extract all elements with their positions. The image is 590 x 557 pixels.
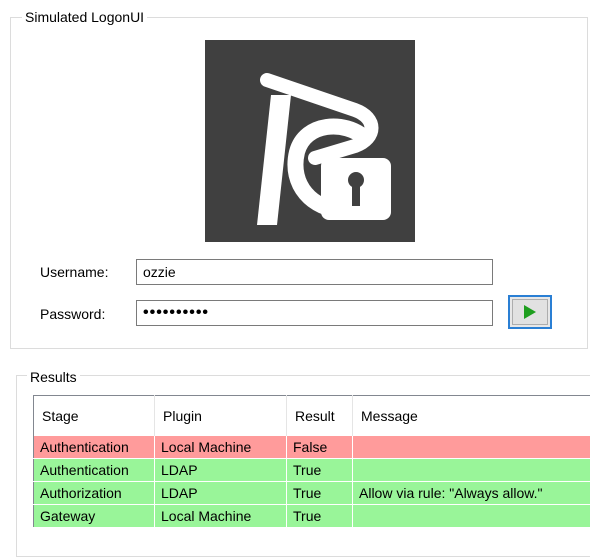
results-table: Stage Plugin Result Message Authenticati… <box>33 395 590 528</box>
column-header-message[interactable]: Message <box>353 396 590 437</box>
column-header-plugin[interactable]: Plugin <box>155 396 287 437</box>
cell-message <box>353 505 590 528</box>
cell-stage: Authorization <box>34 482 155 505</box>
table-row[interactable]: Authorization LDAP True Allow via rule: … <box>34 482 590 505</box>
cell-stage: Authentication <box>34 436 155 459</box>
username-label: Username: <box>40 264 108 280</box>
cell-stage: Gateway <box>34 505 155 528</box>
submit-button[interactable] <box>508 295 552 329</box>
cell-result: False <box>287 436 353 459</box>
cell-message: Allow via rule: "Always allow." <box>353 482 590 505</box>
cell-message <box>353 459 590 482</box>
table-row[interactable]: Gateway Local Machine True <box>34 505 590 528</box>
cell-result: True <box>287 459 353 482</box>
column-header-stage[interactable]: Stage <box>34 396 155 437</box>
table-row[interactable]: Authentication LDAP True <box>34 459 590 482</box>
password-field[interactable]: •••••••••• <box>136 300 493 326</box>
results-header-row: Stage Plugin Result Message <box>34 396 590 437</box>
cell-result: True <box>287 505 353 528</box>
play-icon <box>523 304 537 320</box>
pgina-logo <box>205 40 415 242</box>
cell-stage: Authentication <box>34 459 155 482</box>
password-label: Password: <box>40 306 105 322</box>
username-field[interactable]: ozzie <box>136 259 493 285</box>
pgina-logo-icon <box>205 40 415 242</box>
cell-plugin: LDAP <box>155 482 287 505</box>
table-row[interactable]: Authentication Local Machine False <box>34 436 590 459</box>
column-header-result[interactable]: Result <box>287 396 353 437</box>
cell-result: True <box>287 482 353 505</box>
cell-message <box>353 436 590 459</box>
cell-plugin: Local Machine <box>155 436 287 459</box>
cell-plugin: LDAP <box>155 459 287 482</box>
results-group-title: Results <box>27 369 80 385</box>
cell-plugin: Local Machine <box>155 505 287 528</box>
logon-group-title: Simulated LogonUI <box>22 9 147 25</box>
submit-button-face <box>512 299 548 325</box>
